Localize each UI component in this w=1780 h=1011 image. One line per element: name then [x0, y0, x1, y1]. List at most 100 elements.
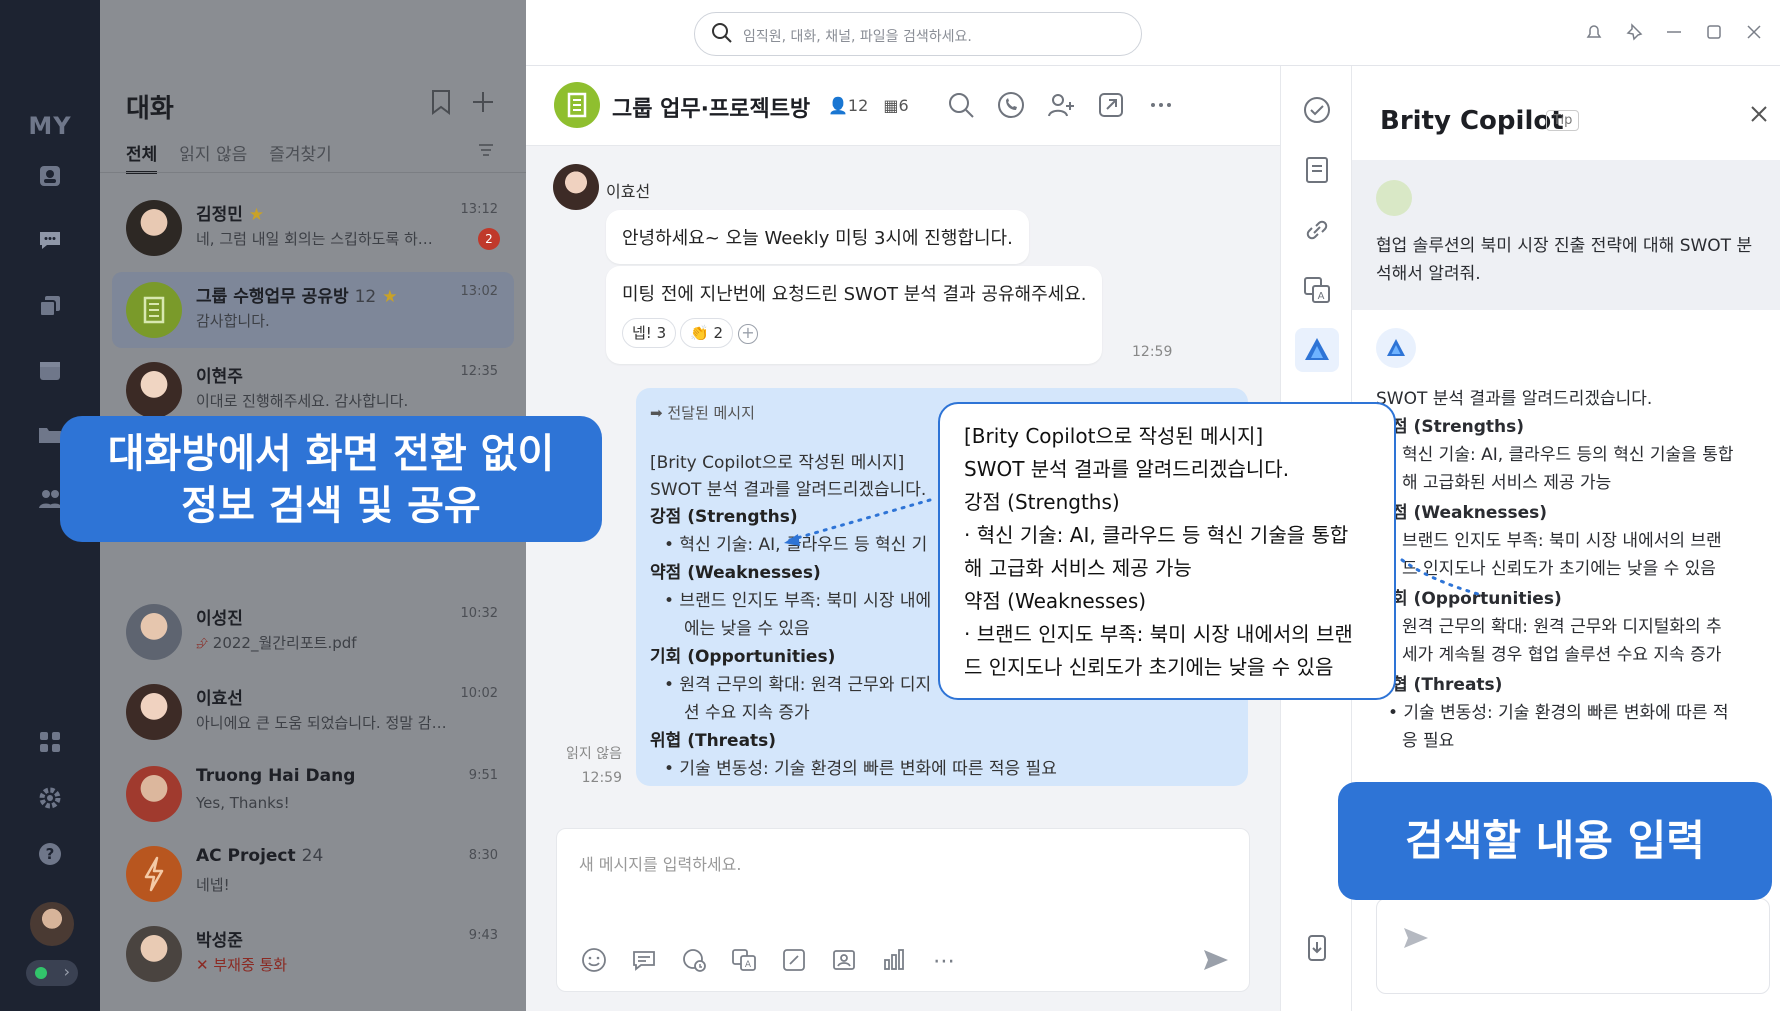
- forwarded-line: 강점 (Strengths): [650, 507, 798, 527]
- conversation-time: 10:32: [460, 606, 498, 621]
- share-out-icon[interactable]: [1096, 90, 1128, 122]
- answer-line: SWOT 분석 결과를 알려드리겠습니다.: [1376, 389, 1653, 409]
- callout-line: 정보 검색 및 공유: [181, 483, 481, 529]
- feature-callout-right: 검색할 내용 입력: [1338, 782, 1772, 900]
- star-icon: ★: [382, 287, 398, 307]
- forwarded-line: • 혁신 기술: AI, 클라우드 등 혁신 기: [664, 535, 928, 555]
- pin-icon[interactable]: [1624, 22, 1644, 47]
- message-bubble[interactable]: 미팅 전에 지난번에 요청드린 SWOT 분석 결과 공유해주세요.: [606, 266, 1103, 364]
- copilot-logo-icon: [1376, 328, 1416, 368]
- poll-chart-icon[interactable]: [879, 947, 909, 977]
- top-bar: 임직원, 대화, 채널, 파일을 검색하세요.: [526, 0, 1780, 66]
- conversation-list-title: 대화: [126, 94, 174, 124]
- filter-icon[interactable]: [476, 140, 496, 165]
- translate-icon[interactable]: A: [1301, 274, 1333, 306]
- conversation-name: 이성진: [196, 609, 243, 629]
- download-icon[interactable]: [1301, 932, 1333, 964]
- answer-line: 점 (Strengths): [1392, 417, 1525, 437]
- svg-text:A: A: [745, 960, 752, 970]
- search-icon[interactable]: [946, 90, 978, 122]
- answer-line: • 기술 변동성: 기술 환경의 빠른 변화에 따른 적: [1388, 703, 1729, 723]
- message-composer[interactable]: 새 메시지를 입력하세요. A ⋯: [556, 828, 1250, 992]
- conversation-preview: ✕ 부재중 통화: [196, 956, 288, 974]
- sender-avatar[interactable]: [553, 164, 599, 210]
- forwarded-line: 기회 (Opportunities): [650, 647, 836, 667]
- contact-card-icon[interactable]: [829, 947, 859, 977]
- conversation-item[interactable]: Truong Hai Dang Yes, Thanks! 9:51: [112, 756, 514, 832]
- conversation-item[interactable]: 김정민 ★ 네, 그럼 내일 회의는 스킵하도록 하… 13:12 2: [112, 190, 514, 266]
- forwarded-line: • 브랜드 인지도 부족: 북미 시장 내에: [664, 591, 932, 611]
- presence-status-toggle[interactable]: ›: [26, 960, 78, 986]
- add-reaction-icon[interactable]: +: [738, 324, 758, 344]
- task-check-icon[interactable]: [1301, 94, 1333, 126]
- user-question: 협업 솔루션의 북미 시장 진출 전략에 대해 SWOT 분석해서 알려줘.: [1352, 160, 1780, 310]
- copy-icon[interactable]: [34, 290, 66, 322]
- conversation-item[interactable]: 이성진 ⮵ 2022_월간리포트.pdf 10:32: [112, 594, 514, 670]
- reaction-chip[interactable]: 👏 2: [680, 318, 733, 348]
- tip-badge[interactable]: Tip: [1546, 110, 1580, 131]
- answer-line: 브랜드 인지도 부족: 북미 시장 내에서의 브랜: [1402, 531, 1722, 551]
- settings-gear-icon[interactable]: [34, 782, 66, 814]
- tab-all[interactable]: 전체: [126, 140, 158, 174]
- send-icon[interactable]: [1401, 923, 1431, 960]
- group-building-icon: [126, 282, 182, 338]
- calendar-icon[interactable]: [34, 354, 66, 386]
- conversation-item[interactable]: 박성준 ✕ 부재중 통화 9:43: [112, 916, 514, 992]
- new-conversation-plus-icon[interactable]: [468, 88, 498, 118]
- help-icon[interactable]: ?: [34, 838, 66, 870]
- chevron-right-icon: ›: [63, 962, 70, 981]
- user-avatar[interactable]: [30, 902, 74, 946]
- conversation-time: 9:43: [468, 928, 498, 943]
- brity-copilot-icon[interactable]: [1295, 328, 1339, 372]
- global-search-input[interactable]: 임직원, 대화, 채널, 파일을 검색하세요.: [694, 12, 1142, 56]
- tab-favorites[interactable]: 즐겨찾기: [269, 140, 332, 174]
- close-window-icon[interactable]: [1744, 22, 1764, 47]
- schedule-message-icon[interactable]: [679, 947, 709, 977]
- chat-icon[interactable]: [34, 224, 66, 256]
- answer-line: 협 (Threats): [1392, 675, 1503, 695]
- popup-line: SWOT 분석 결과를 알려드리겠습니다.: [964, 457, 1290, 481]
- message-bubble[interactable]: 안녕하세요~ 오늘 Weekly 미팅 3시에 진행합니다.: [606, 210, 1029, 264]
- unread-badge: 2: [478, 228, 500, 250]
- conversation-preview: 감사합니다.: [196, 312, 270, 330]
- link-icon[interactable]: [1301, 214, 1333, 246]
- copilot-input[interactable]: [1376, 898, 1770, 994]
- feature-callout-left: 대화방에서 화면 전환 없이 정보 검색 및 공유: [60, 416, 602, 542]
- conversation-preview: 이대로 진행해주세요. 감사합니다.: [196, 392, 409, 410]
- close-icon[interactable]: [1748, 102, 1770, 132]
- avatar: [126, 766, 182, 822]
- member-count: 12: [847, 96, 869, 115]
- conversation-item[interactable]: 이효선 아니에요 큰 도움 되었습니다. 정말 감… 10:02: [112, 674, 514, 750]
- call-icon[interactable]: [996, 90, 1028, 122]
- emoji-icon[interactable]: [579, 947, 609, 977]
- chat-meta[interactable]: 👤12 ▦6: [828, 96, 909, 115]
- forwarded-line: 위협 (Threats): [650, 731, 777, 751]
- reaction-chip[interactable]: 넵! 3: [622, 318, 677, 348]
- conversation-name: 김정민 ★: [196, 205, 265, 225]
- conversation-item[interactable]: AC Project 24 네넵! 8:30: [112, 836, 514, 912]
- bell-icon[interactable]: [1584, 22, 1604, 47]
- notes-icon[interactable]: [1301, 154, 1333, 186]
- minimize-icon[interactable]: [1664, 22, 1684, 47]
- invite-user-icon[interactable]: [1046, 90, 1078, 122]
- maximize-icon[interactable]: [1704, 22, 1724, 47]
- apps-grid-icon[interactable]: [34, 726, 66, 758]
- my-label[interactable]: MY: [0, 112, 100, 140]
- edit-note-icon[interactable]: [779, 947, 809, 977]
- popup-line: 강점 (Strengths): [964, 490, 1120, 514]
- conversation-item[interactable]: 그룹 수행업무 공유방 12 ★ 감사합니다. 13:02: [112, 272, 514, 348]
- translate-icon[interactable]: A: [729, 947, 759, 977]
- send-icon[interactable]: [1201, 945, 1231, 982]
- more-tools-icon[interactable]: ⋯: [929, 947, 959, 977]
- forwarded-header: ➡ 전달된 메시지: [650, 404, 755, 422]
- conversation-time: 13:02: [460, 284, 498, 299]
- contacts-icon[interactable]: [34, 160, 66, 192]
- conversation-preview: Yes, Thanks!: [196, 794, 290, 812]
- conversation-name: AC Project 24: [196, 846, 324, 866]
- more-options-icon[interactable]: [1146, 90, 1178, 122]
- tab-unread[interactable]: 읽지 않음: [179, 140, 247, 174]
- user-avatar: [1376, 180, 1412, 216]
- channels-icon: ▦: [883, 96, 899, 115]
- template-message-icon[interactable]: [629, 947, 659, 977]
- bookmark-icon[interactable]: [426, 88, 456, 118]
